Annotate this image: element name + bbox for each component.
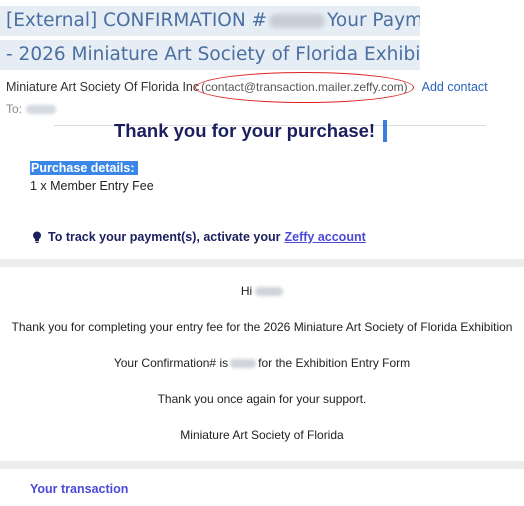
signature: Miniature Art Society of Florida	[180, 428, 344, 442]
subject-line-1: [External] CONFIRMATION # Your Payment	[0, 6, 420, 36]
email-subject: [External] CONFIRMATION # Your Payment - …	[0, 6, 420, 70]
sender-email: (contact@transaction.mailer.zeffy.com)	[201, 80, 408, 94]
greeting-text: Hi	[240, 284, 253, 298]
transaction-heading: Your transaction	[30, 482, 129, 496]
subject-suffix: Your Payment	[327, 10, 420, 31]
greeting: Hi	[0, 284, 524, 298]
text-cursor	[383, 120, 388, 142]
sender-row: Miniature Art Society Of Florida Inc (con…	[6, 80, 488, 94]
confirmation-suffix: for the Exhibition Entry Form	[258, 356, 411, 370]
redacted-name	[255, 287, 284, 297]
email-title: Thank you for your purchase!	[114, 120, 388, 142]
redacted-confirmation	[230, 359, 257, 369]
confirmation-line: Your Confirmation# is for the Exhibition …	[0, 356, 524, 370]
message-entry-fee: Thank you for completing your entry fee …	[11, 320, 513, 334]
track-payment-row: To track your payment(s), activate your Z…	[32, 230, 366, 244]
purchase-item: 1 x Member Entry Fee	[30, 179, 154, 193]
confirmation-prefix: Your Confirmation# is	[113, 356, 229, 370]
title-text: Thank you for your purchase!	[114, 120, 376, 141]
subject-line-2: - 2026 Miniature Art Society of Florida …	[0, 40, 420, 70]
lightbulb-icon	[33, 231, 41, 243]
redacted-recipient	[26, 105, 57, 115]
redacted-confirmation-number	[269, 14, 326, 28]
sender-name: Miniature Art Society Of Florida Inc	[6, 80, 200, 94]
section-divider-top	[0, 259, 524, 267]
add-contact-link[interactable]: Add contact	[422, 80, 488, 94]
section-divider-bottom	[0, 461, 524, 469]
message-support: Thank you once again for your support.	[157, 392, 367, 406]
recipient-row: To:	[6, 102, 57, 116]
track-text: To track your payment(s), activate your	[48, 230, 281, 244]
purchase-details-label: Purchase details:	[30, 161, 138, 175]
zeffy-account-link[interactable]: Zeffy account	[284, 230, 365, 244]
subject-prefix: [External] CONFIRMATION #	[6, 10, 268, 31]
to-label: To:	[6, 102, 23, 116]
